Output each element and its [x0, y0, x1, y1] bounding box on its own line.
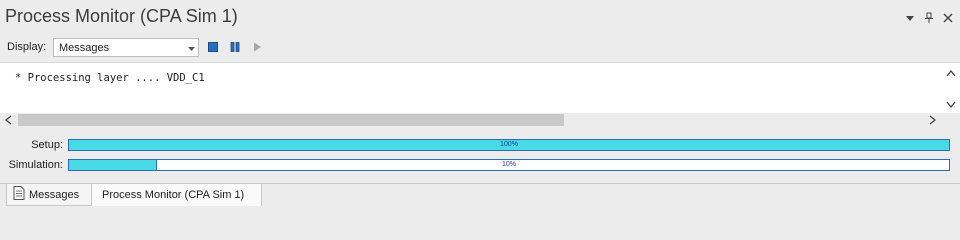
close-icon[interactable] [941, 10, 954, 26]
dropdown-icon[interactable] [903, 10, 916, 26]
setup-progress-text: 100% [500, 141, 518, 148]
display-select[interactable]: Messages [53, 38, 199, 57]
title-bar: Process Monitor (CPA Sim 1) [0, 0, 960, 36]
vertical-scrollbar[interactable] [943, 63, 960, 113]
setup-progress-bar: 100% [68, 139, 950, 151]
toolbar: Display: Messages [0, 36, 960, 61]
scroll-left-icon[interactable] [4, 115, 12, 128]
tab-process-monitor[interactable]: Process Monitor (CPA Sim 1) [92, 184, 262, 206]
horizontal-scrollbar[interactable] [0, 113, 960, 127]
simulation-label: Simulation: [8, 159, 63, 171]
tab-process-monitor-label: Process Monitor (CPA Sim 1) [102, 189, 245, 201]
log-line: * Processing layer .... VDD_C1 [15, 72, 205, 84]
scroll-up-icon[interactable] [946, 68, 956, 80]
tab-messages-label: Messages [29, 188, 80, 201]
document-icon [13, 186, 25, 203]
display-label: Display: [7, 41, 47, 53]
tab-messages[interactable]: Messages [6, 184, 92, 206]
pin-icon[interactable] [922, 10, 935, 26]
chevron-down-icon [188, 43, 195, 55]
simulation-progress-text: 10% [501, 161, 516, 168]
pause-icon[interactable] [229, 41, 241, 53]
play-icon[interactable] [251, 41, 263, 53]
message-log[interactable]: * Processing layer .... VDD_C1 [0, 62, 960, 127]
horizontal-scroll-thumb[interactable] [18, 114, 564, 126]
stop-icon[interactable] [207, 41, 219, 53]
scroll-down-icon[interactable] [946, 99, 956, 111]
scroll-right-icon[interactable] [929, 115, 937, 128]
simulation-progress-bar: 10% [68, 159, 950, 171]
window-controls [903, 10, 954, 26]
display-select-value: Messages [59, 42, 110, 54]
window-title: Process Monitor (CPA Sim 1) [5, 6, 238, 26]
tab-bar: Messages Process Monitor (CPA Sim 1) [0, 183, 960, 207]
setup-label: Setup: [31, 139, 63, 151]
